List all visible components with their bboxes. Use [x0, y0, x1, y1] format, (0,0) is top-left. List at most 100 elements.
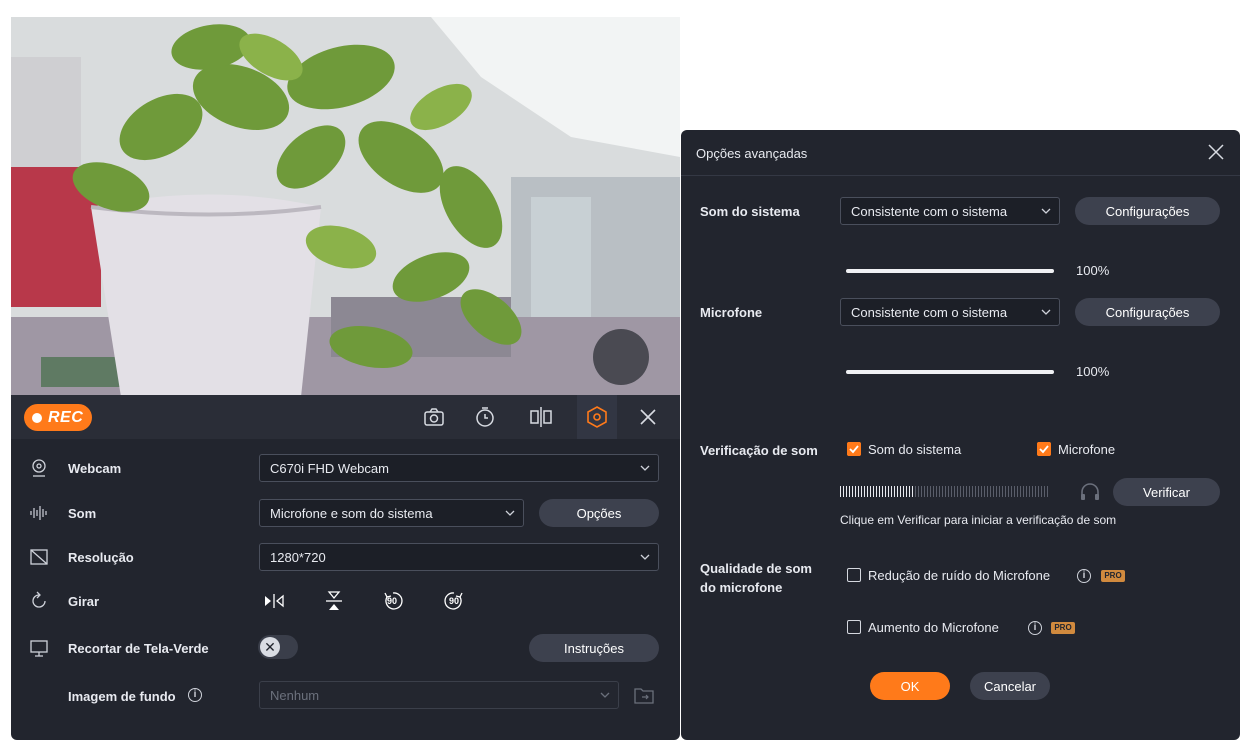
chevron-down-icon: [640, 554, 650, 560]
instructions-button[interactable]: Instruções: [529, 634, 659, 662]
microphone-label: Microfone: [700, 305, 763, 320]
microphone-config-button[interactable]: Configurações: [1075, 298, 1220, 326]
meter-bar: [1026, 486, 1027, 497]
chevron-down-icon: [600, 692, 610, 698]
system-volume-value: 100%: [1076, 263, 1110, 278]
microphone-volume-slider[interactable]: [846, 370, 1054, 374]
meter-bar: [882, 486, 883, 497]
meter-bar: [969, 486, 970, 497]
microphone-checkbox-label: Microfone: [1058, 442, 1116, 457]
mirror-icon[interactable]: [529, 405, 553, 429]
meter-bar: [885, 486, 886, 497]
meter-bar: [954, 486, 955, 497]
meter-bar: [951, 486, 952, 497]
sound-options-button[interactable]: Opções: [539, 499, 659, 527]
cancel-button[interactable]: Cancelar: [970, 672, 1050, 700]
flip-horizontal-icon[interactable]: [263, 590, 285, 612]
meter-bar: [852, 486, 853, 497]
close-icon[interactable]: [636, 405, 660, 429]
folder-icon[interactable]: [633, 684, 655, 706]
ok-button[interactable]: OK: [870, 672, 950, 700]
meter-bar: [927, 486, 928, 497]
sound-check-label: Verificação de som: [700, 443, 818, 458]
timer-icon[interactable]: [473, 405, 497, 429]
rotate-left-90-button[interactable]: 90: [382, 590, 404, 612]
mic-boost-checkbox[interactable]: [847, 620, 861, 634]
camera-icon[interactable]: [422, 405, 446, 429]
background-select-value: Nenhum: [270, 687, 320, 703]
meter-bar: [1005, 486, 1006, 497]
pro-badge: PRO: [1101, 570, 1125, 582]
microphone-select[interactable]: Consistente com o sistema: [840, 298, 1060, 326]
meter-bar: [1035, 486, 1036, 497]
meter-bar: [849, 486, 850, 497]
meter-bar: [900, 486, 901, 497]
background-label: Imagem de fundo: [68, 689, 176, 704]
close-icon[interactable]: [1208, 144, 1224, 160]
info-icon[interactable]: i: [188, 688, 202, 702]
dialog-title: Opções avançadas: [696, 146, 808, 161]
webcam-label: Webcam: [68, 461, 122, 476]
meter-bar: [876, 486, 877, 497]
system-sound-checkbox[interactable]: [847, 442, 861, 456]
microphone-checkbox[interactable]: [1037, 442, 1051, 456]
advanced-options-dialog: Opções avançadas Som do sistema Consiste…: [681, 130, 1240, 740]
meter-bar: [846, 486, 847, 497]
greenscreen-toggle[interactable]: ✕: [258, 635, 298, 659]
rotate-right-90-button[interactable]: 90: [443, 590, 465, 612]
system-sound-checkbox-label: Som do sistema: [868, 442, 962, 457]
rotate-icon: [32, 591, 46, 608]
meter-bar: [894, 486, 895, 497]
background-select[interactable]: Nenhum: [259, 681, 619, 709]
resolution-select[interactable]: 1280*720: [259, 543, 659, 571]
toolbar: REC: [11, 395, 680, 439]
mic-quality-label-line1: Qualidade de som: [700, 561, 812, 576]
meter-bar: [840, 486, 841, 497]
meter-bar: [873, 486, 874, 497]
system-sound-label: Som do sistema: [700, 204, 800, 219]
info-icon[interactable]: i: [1028, 621, 1042, 635]
meter-bar: [1044, 486, 1045, 497]
meter-bar: [858, 486, 859, 497]
webcam-settings-panel: REC Webcam C670i FHD Webcam Som Microfon…: [11, 395, 680, 740]
meter-bar: [933, 486, 934, 497]
meter-bar: [909, 486, 910, 497]
noise-reduction-checkbox[interactable]: [847, 568, 861, 582]
meter-bar: [855, 486, 856, 497]
meter-bar: [918, 486, 919, 497]
sound-wave-icon: [30, 506, 47, 520]
sound-select-value: Microfone e som do sistema: [270, 505, 433, 521]
sound-check-hint: Clique em Verificar para iniciar a verif…: [840, 513, 1117, 527]
meter-bar: [888, 486, 889, 497]
meter-bar: [1017, 486, 1018, 497]
meter-bar: [864, 486, 865, 497]
meter-bar: [1008, 486, 1009, 497]
chevron-down-icon: [1041, 208, 1051, 214]
meter-bar: [960, 486, 961, 497]
system-sound-select[interactable]: Consistente com o sistema: [840, 197, 1060, 225]
chevron-down-icon: [1041, 309, 1051, 315]
meter-bar: [1032, 486, 1033, 497]
noise-reduction-label: Redução de ruído do Microfone: [868, 568, 1051, 583]
resolution-select-value: 1280*720: [270, 549, 326, 565]
meter-bar: [867, 486, 868, 497]
meter-bar: [966, 486, 967, 497]
meter-bar: [1029, 486, 1030, 497]
rec-button[interactable]: REC: [24, 404, 92, 431]
info-icon[interactable]: i: [1077, 569, 1091, 583]
webcam-preview: [11, 17, 680, 397]
flip-vertical-icon[interactable]: [323, 590, 345, 612]
webcam-select[interactable]: C670i FHD Webcam: [259, 454, 659, 482]
meter-bar: [975, 486, 976, 497]
microphone-select-value: Consistente com o sistema: [851, 304, 1008, 320]
meter-bar: [906, 486, 907, 497]
mic-quality-label-line2: do microfone: [700, 580, 783, 595]
meter-bar: [891, 486, 892, 497]
meter-bar: [990, 486, 991, 497]
system-volume-slider[interactable]: [846, 269, 1054, 273]
system-sound-config-button[interactable]: Configurações: [1075, 197, 1220, 225]
settings-hex-icon[interactable]: [585, 405, 609, 429]
sound-select[interactable]: Microfone e som do sistema: [259, 499, 524, 527]
record-dot-icon: [32, 412, 42, 423]
verify-button[interactable]: Verificar: [1113, 478, 1220, 506]
